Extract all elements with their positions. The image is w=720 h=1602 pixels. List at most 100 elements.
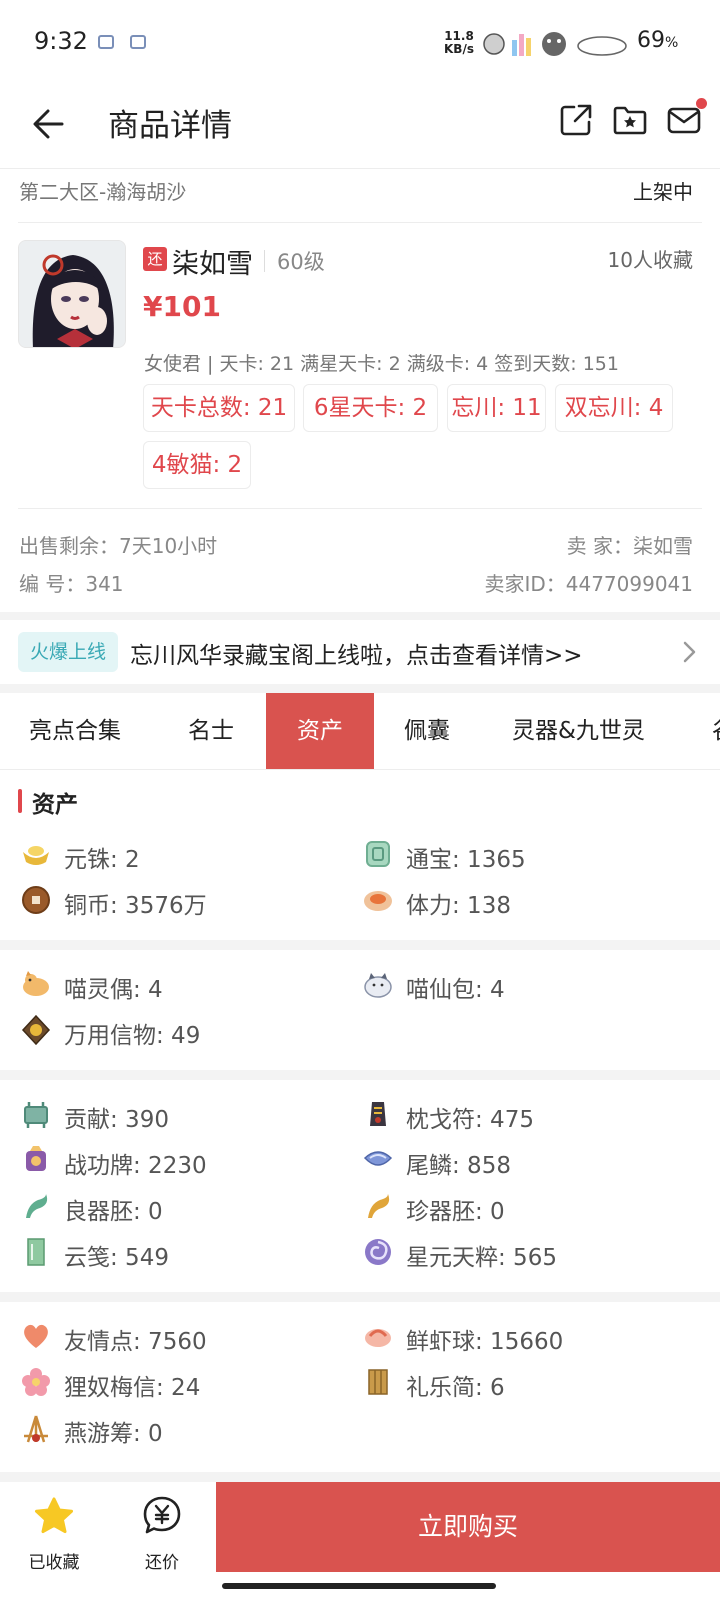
asset-label: 尾鳞: 858 <box>406 1153 511 1179</box>
section-gap <box>0 1292 720 1302</box>
seller-name: 卖 家：柒如雪 <box>566 534 693 558</box>
battery-unit: % <box>665 35 679 51</box>
back-arrow-icon[interactable] <box>28 102 72 146</box>
share-icon[interactable] <box>558 102 594 138</box>
section-gap <box>0 684 720 693</box>
notification-icon <box>98 35 114 49</box>
stamina-bun-icon <box>364 891 392 911</box>
tab-pouch[interactable]: 佩囊 <box>404 693 450 769</box>
heart-icon <box>24 1324 48 1348</box>
asset-label: 枕戈符: 475 <box>406 1107 534 1133</box>
character-summary: 女使君 | 天卡: 21 满星天卡: 2 满级卡: 4 签到天数: 151 <box>144 353 619 375</box>
highlight-chip: 忘川: 11 <box>447 384 546 432</box>
asset-label: 星元天粹: 565 <box>406 1245 557 1271</box>
serial-number: 编 号：341 <box>19 572 124 596</box>
section-gap <box>0 612 720 620</box>
chevron-right-icon <box>683 641 696 663</box>
asset-label: 云笺: 549 <box>64 1245 169 1271</box>
home-indicator[interactable] <box>222 1583 496 1589</box>
asset-label: 喵仙包: 4 <box>406 977 505 1003</box>
tab-assets[interactable]: 资产 <box>266 693 374 769</box>
asset-label: 鲜虾球: 15660 <box>406 1329 564 1355</box>
cat-doll-icon <box>23 971 49 996</box>
highlight-chip: 6星天卡: 2 <box>303 384 438 432</box>
section-title: 资产 <box>18 785 78 819</box>
green-ore-icon <box>26 1194 48 1218</box>
asset-label: 喵灵偶: 4 <box>64 977 163 1003</box>
character-avatar[interactable] <box>18 240 126 348</box>
listing-status: 上架中 <box>633 180 693 204</box>
asset-label: 燕游筹: 0 <box>64 1421 163 1447</box>
war-medal-icon <box>26 1146 46 1171</box>
divider <box>264 250 265 272</box>
character-level: 60级 <box>277 250 325 274</box>
talisman-icon <box>370 1102 386 1126</box>
scale-icon <box>363 1151 393 1166</box>
gold-ore-icon <box>368 1194 390 1218</box>
divider <box>0 769 720 770</box>
return-tag: 还 <box>143 247 167 271</box>
mail-icon[interactable] <box>666 102 702 138</box>
asset-label: 体力: 138 <box>406 893 511 919</box>
notification-icon <box>130 35 146 49</box>
copper-coin-icon <box>22 886 50 914</box>
divider <box>18 222 702 223</box>
bargain-label: 还价 <box>145 1553 179 1573</box>
asset-label: 战功牌: 2230 <box>64 1153 207 1179</box>
tab-more[interactable]: 谷 <box>712 693 720 769</box>
asset-label: 狸奴梅信: 24 <box>64 1375 201 1401</box>
highlight-chip: 双忘川: 4 <box>555 384 673 432</box>
price: ¥101 <box>143 290 221 323</box>
token-icon <box>21 1014 51 1046</box>
status-time: 9:32 <box>34 27 88 55</box>
asset-label: 珍器胚: 0 <box>406 1199 505 1225</box>
section-gap <box>0 940 720 950</box>
highlight-chip: 4敏猫: 2 <box>143 441 251 489</box>
sticker-icons <box>483 32 627 56</box>
bargain-button[interactable]: 还价 <box>108 1482 216 1578</box>
favorite-label: 已收藏 <box>28 1553 80 1573</box>
asset-label: 元铢: 2 <box>64 847 140 873</box>
section-gap <box>0 1070 720 1080</box>
battery-value: 69 <box>637 28 665 53</box>
asset-label: 贡献: 390 <box>64 1107 169 1133</box>
divider <box>18 508 702 509</box>
character-portrait-icon <box>19 241 125 347</box>
network-speed: 11.8 KB/s <box>444 30 474 56</box>
yuan-chat-icon <box>143 1496 181 1534</box>
buy-now-button[interactable]: 立即购买 <box>216 1482 720 1572</box>
star-icon <box>35 1497 73 1534</box>
tab-artifacts[interactable]: 灵器&九世灵 <box>512 693 645 769</box>
banner-text: 忘川风华录藏宝阁上线啦，点击查看详情>> <box>130 643 583 669</box>
asset-label: 礼乐简: 6 <box>406 1375 505 1401</box>
server-name: 第二大区-瀚海胡沙 <box>19 180 187 204</box>
gold-ingot-icon <box>23 846 49 865</box>
asset-label: 通宝: 1365 <box>406 847 526 873</box>
shrimp-ball-icon <box>365 1329 391 1347</box>
highlight-chip: 天卡总数: 21 <box>143 384 295 432</box>
bamboo-slip-icon <box>368 1369 388 1395</box>
favorite-button[interactable]: 已收藏 <box>0 1482 108 1578</box>
jade-token-icon <box>366 841 390 867</box>
time-remaining: 出售剩余：7天10小时 <box>19 534 218 558</box>
asset-label: 铜币: 3576万 <box>64 893 207 919</box>
cloud-paper-icon <box>27 1238 45 1266</box>
cauldron-icon <box>24 1102 48 1128</box>
folder-star-icon[interactable] <box>612 102 648 138</box>
promo-banner[interactable]: 火爆上线 忘川风华录藏宝阁上线啦，点击查看详情>> <box>0 620 720 684</box>
asset-label: 友情点: 7560 <box>64 1329 207 1355</box>
nav-bar: 商品详情 <box>0 86 720 168</box>
tab-celebrities[interactable]: 名士 <box>188 693 234 769</box>
character-name: 柒如雪 <box>172 249 253 280</box>
cat-bun-icon <box>364 973 392 998</box>
status-bar: 9:32 11.8 KB/s 69% <box>0 0 720 86</box>
battery-level: 69% <box>637 28 678 53</box>
star-swirl-icon <box>365 1239 391 1265</box>
tab-highlights[interactable]: 亮点合集 <box>29 693 121 769</box>
server-row: 第二大区-瀚海胡沙 上架中 <box>0 168 720 220</box>
page-title: 商品详情 <box>108 108 232 144</box>
tab-bar: 亮点合集 名士 资产 佩囊 灵器&九世灵 谷 <box>0 693 720 769</box>
asset-label: 良器胚: 0 <box>64 1199 163 1225</box>
bottom-action-bar: 已收藏 还价 立即购买 <box>0 1482 720 1578</box>
unread-dot <box>696 98 707 109</box>
